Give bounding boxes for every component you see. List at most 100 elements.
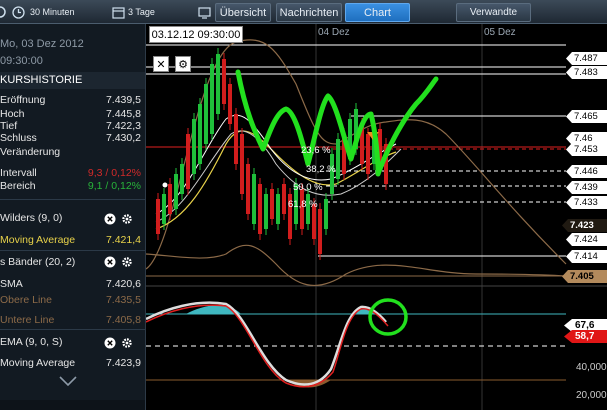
crosshair-icon [0,6,6,18]
price-tag: 7.483 [566,66,607,79]
candle-body [336,139,340,179]
date-label: 04 Dez [318,27,350,38]
candle-body [198,104,202,164]
candle-body [240,134,244,194]
indicator-lower-line[interactable]: Untere Line 7.405,8 [0,314,145,329]
marker-dot [162,182,168,188]
monitor-button[interactable] [198,0,212,24]
top-toolbar: 30 Minuten 3 Tage Übersicht Nachrichten … [0,0,607,24]
close-chart-icon[interactable]: ✕ [153,56,169,72]
candle-body [168,184,172,214]
candle-body [366,134,370,174]
separator [0,199,145,200]
price-tag: 7.446 [566,165,607,178]
candle-body [252,174,256,224]
indicator-label: SMA [0,278,23,290]
row-range: Bereich 9,1 / 0,12% [0,180,145,194]
indicator-value: 7.435,5 [105,294,141,306]
gear-icon[interactable] [121,256,133,268]
candle-body [156,199,160,234]
price-tag: 7.414 [566,250,607,263]
indicator-label: Wilders (9, 0) [0,212,63,224]
price-chart[interactable] [146,24,607,410]
indicator-value: 7.423,9 [105,357,141,369]
chart-area[interactable]: 03.12.12 09:30:00 04 Dez 05 Dez ✕ ⚙ 23,6… [146,24,607,410]
indicator-moving-average[interactable]: Moving Average 7.421,4 [0,234,145,249]
indicator-value: 7.420,6 [105,278,141,290]
interval-selector[interactable]: 30 Minuten [12,0,116,24]
remove-indicator-icon[interactable] [104,256,116,268]
candle-body [246,164,250,214]
row-close: Schluss 7.430,2 [0,132,145,146]
osc-axis-label: 20,000 [576,390,607,401]
candle-body [186,134,190,189]
sidebar-bottom-strip [0,400,145,410]
tab-uebersicht[interactable]: Übersicht [215,3,271,22]
selected-date: Mo, 03 Dez 2012 [0,38,84,50]
cursor-time-box: 03.12.12 09:30:00 [149,26,243,43]
high-label: Hoch [0,108,25,120]
tab-chart[interactable]: Chart [345,3,410,22]
sidebar: Mo, 03 Dez 2012 09:30:00 KURSHISTORIE Er… [0,24,146,410]
scroll-down-icon[interactable] [58,376,78,386]
price-tag: 7.424 [566,233,607,246]
toolbar-left-edge [0,0,8,24]
fib-label: 23,6 % [301,145,331,156]
remove-indicator-icon[interactable] [104,337,116,349]
remove-indicator-icon[interactable] [104,213,116,225]
gear-icon[interactable] [121,213,133,225]
interval-change-label: Intervall [0,167,37,179]
toolbar-right [540,0,607,24]
row-open: Eröffnung 7.439,5 [0,94,145,108]
candle-body [234,114,238,164]
candle-body [216,54,220,114]
clock-icon [12,5,25,19]
indicator-ema-moving-average[interactable]: Moving Average 7.423,9 [0,357,145,372]
high-value: 7.445,8 [105,108,141,120]
candle-body [204,84,208,144]
monitor-icon [198,6,211,19]
fib-label: 61,8 % [288,199,318,210]
indicator-upper-line[interactable]: Obere Line 7.435,5 [0,294,145,309]
price-tag: 7.439 [566,181,607,194]
tab-nachrichten[interactable]: Nachrichten [276,3,342,22]
candle-body [228,84,232,124]
range-selector[interactable]: 3 Tage [112,0,190,24]
indicator-label: s Bänder (20, 2) [0,256,76,268]
settings-icon[interactable]: ⚙ [175,56,191,72]
indicator-label: Untere Line [0,314,55,326]
gear-icon[interactable] [121,337,133,349]
indicator-sma[interactable]: SMA 7.420,6 [0,278,145,293]
osc-line-white [146,301,387,386]
low-value: 7.422,3 [105,120,141,132]
candle-body [162,194,166,224]
bollinger-lower [146,244,567,287]
date-label: 05 Dez [484,27,516,38]
candle-body [174,174,178,209]
range-change-value: 9,1 / 0,12% [87,180,141,192]
osc-tag: 58,7 [564,330,607,343]
current-price-tag: 7.423 [562,219,607,232]
separator [0,329,145,330]
calendar-icon [112,6,125,19]
row-interval: Intervall 9,3 / 0,12% [0,167,145,181]
fib-label: 50,0 % [293,182,323,193]
open-label: Eröffnung [0,94,46,106]
indicator-label: Moving Average [0,357,76,369]
history-header: KURSHISTORIE [0,72,145,89]
interval-change-value: 9,3 / 0,12% [87,167,141,179]
change-label: Veränderung [0,146,61,158]
separator [0,250,145,251]
osc-axis-label: 40,000 [576,362,607,373]
row-change: Veränderung [0,146,145,160]
price-tag: 7.487 [566,52,607,65]
tab-verwandte[interactable]: Verwandte [456,3,531,22]
open-value: 7.439,5 [105,94,141,106]
price-tag: 7.465 [566,110,607,123]
candle-body [276,194,280,224]
price-tag: 7.405 [562,270,607,283]
candle-body [270,189,274,219]
close-value: 7.430,2 [105,132,141,144]
range-change-label: Bereich [0,180,36,192]
indicator-label: Moving Average [0,234,76,246]
